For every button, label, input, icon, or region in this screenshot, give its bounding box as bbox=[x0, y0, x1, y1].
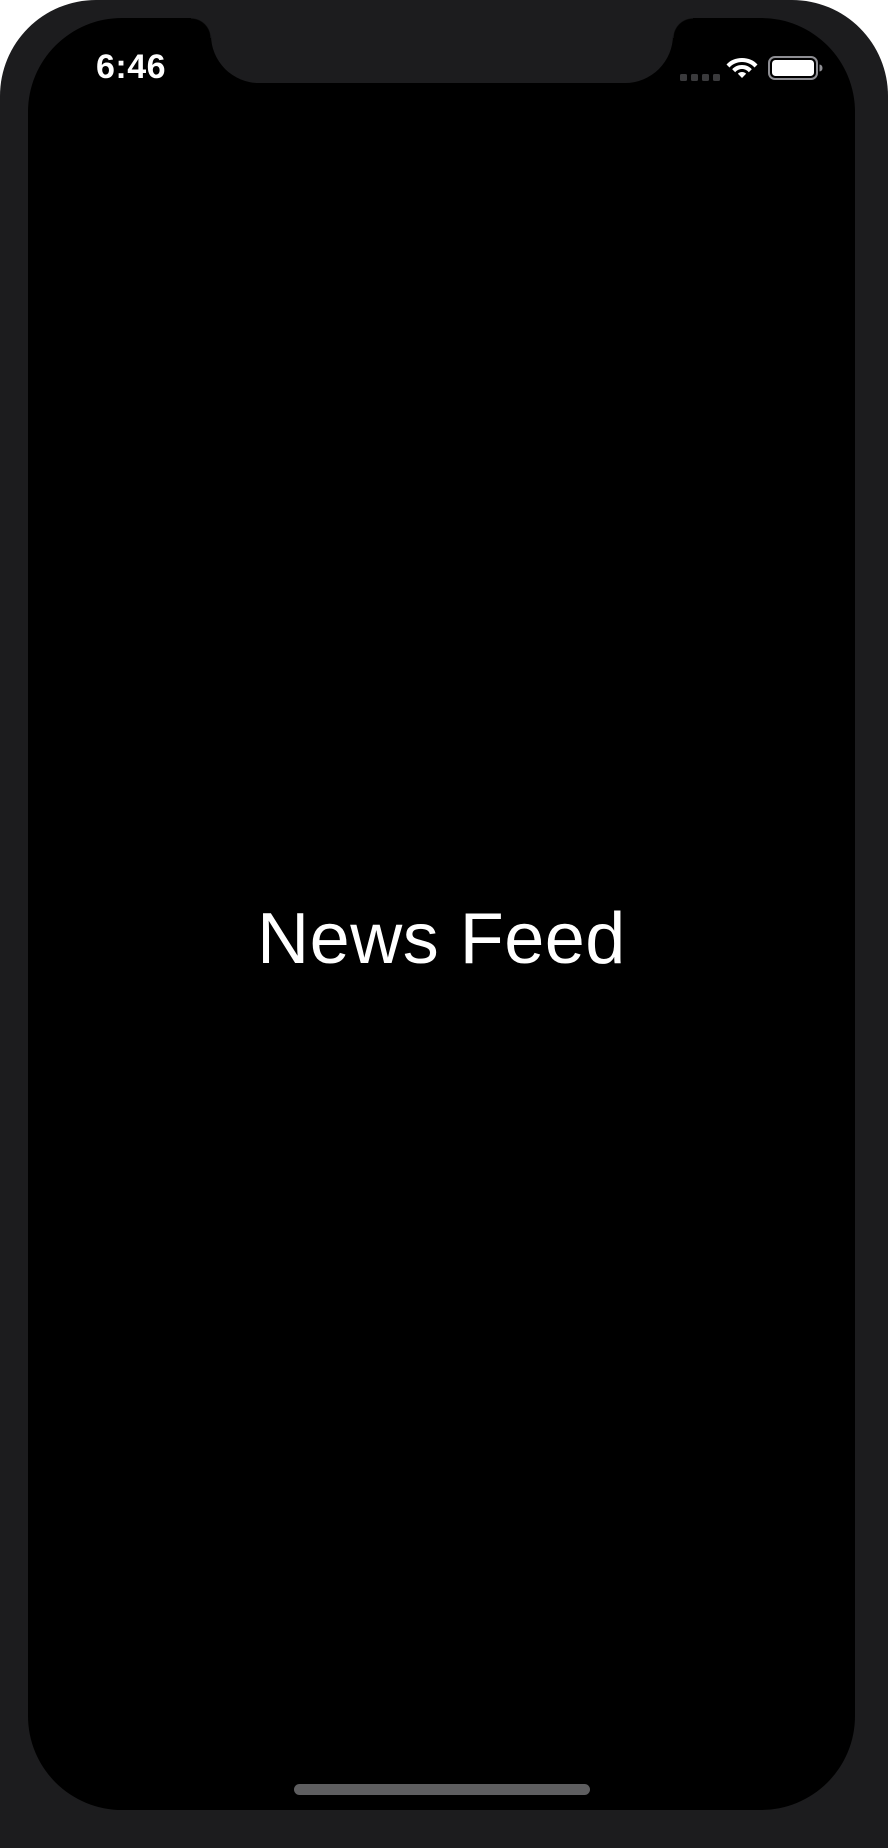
home-indicator[interactable] bbox=[294, 1784, 590, 1795]
battery-icon bbox=[768, 56, 823, 80]
notch bbox=[191, 18, 693, 83]
wifi-icon bbox=[726, 58, 758, 78]
cellular-signal-icon bbox=[680, 74, 720, 81]
status-bar-time: 6:46 bbox=[96, 48, 167, 86]
phone-screen: 6:46 News Feed bbox=[28, 18, 855, 1810]
news-feed-title: News Feed bbox=[257, 899, 626, 979]
device-frame: 6:46 News Feed bbox=[0, 0, 888, 1848]
